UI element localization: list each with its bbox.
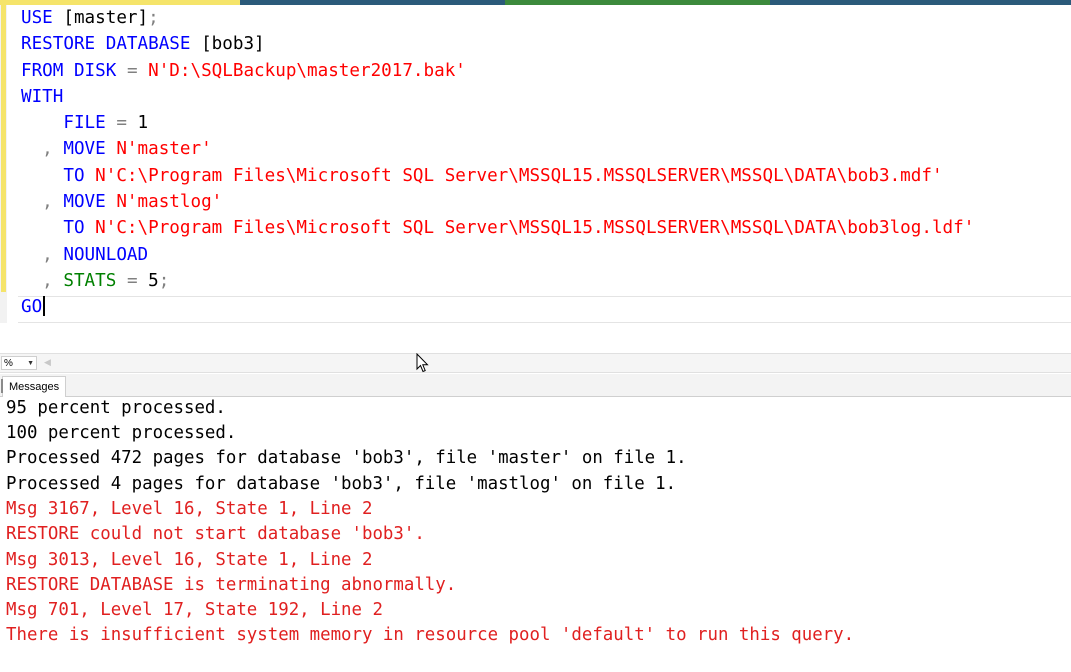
code-line[interactable]: WITH [21,84,974,110]
code-token: N'C:\Program Files\Microsoft SQL Server\… [95,218,975,239]
code-token: TO [21,165,96,186]
error-message-line: RESTORE could not start database 'bob3'. [6,524,425,544]
code-token: N'mastlog' [116,192,223,213]
code-token: WITH [21,86,64,107]
code-line[interactable]: , NOUNLOAD [21,242,974,268]
sql-code[interactable]: USE [master]; RESTORE DATABASE [bob3] FROM… [21,5,974,321]
code-token: MOVE [63,139,117,160]
code-token: , [21,192,64,213]
tab-messages[interactable]: Messages [1,376,67,397]
code-token: = [126,60,149,81]
scroll-left-icon[interactable]: ◀ [44,357,51,368]
code-token: N'C:\Program Files\Microsoft SQL Server\… [95,165,943,186]
messages-icon [1,379,3,393]
code-line[interactable]: , MOVE N'master' [21,136,974,162]
code-line[interactable]: FROM DISK = N'D:\SQLBackup\master2017.ba… [21,58,974,84]
code-token: 1 [137,113,149,134]
info-message-line: Processed 4 pages for database 'bob3', f… [6,474,677,494]
info-message-line: 95 percent processed. [6,398,226,418]
code-token: [master] [63,8,149,28]
code-line[interactable]: USE [master]; [21,5,974,31]
info-message-line: 100 percent processed. [6,423,237,443]
code-token: ; [148,8,159,28]
zoom-value: % [4,358,13,369]
code-token: N'master' [116,139,212,160]
code-token: USE [21,8,64,28]
unsaved-changes-bar [1,5,6,292]
query-editor[interactable]: USE [master]; RESTORE DATABASE [bob3] FROM… [0,5,1071,323]
code-token: , [21,270,64,291]
zoom-combobox[interactable]: % ▼ [1,356,37,370]
code-line[interactable]: , STATS = 5; [21,268,974,294]
code-token: STATS [63,270,127,291]
info-message-line: Processed 472 pages for database 'bob3',… [6,448,687,468]
tab-messages-label: Messages [9,381,60,393]
code-line[interactable]: GO [21,294,974,320]
code-token: FILE [21,113,117,134]
code-token: ; [158,270,170,291]
code-token: = [126,270,149,291]
code-token: NOUNLOAD [63,244,149,265]
code-line[interactable]: , MOVE N'mastlog' [21,189,974,215]
code-line[interactable]: TO N'C:\Program Files\Microsoft SQL Serv… [21,163,974,189]
code-token: MOVE [63,192,117,213]
messages-pane[interactable]: 95 percent processed. 100 percent process… [0,397,1071,672]
change-tracking-margin [0,5,7,323]
code-token: TO [21,218,96,239]
chevron-down-icon[interactable]: ▼ [27,357,34,371]
code-line[interactable]: RESTORE DATABASE [bob3] [21,31,974,57]
text-caret [43,296,46,317]
code-token: GO [21,297,43,318]
results-tab-strip: Messages [0,374,1071,397]
code-line[interactable]: TO N'C:\Program Files\Microsoft SQL Serv… [21,215,974,241]
error-message-line: RESTORE DATABASE is terminating abnormal… [6,575,457,595]
error-message-line: Msg 701, Level 17, State 192, Line 2 [6,600,383,620]
code-token: , [21,139,64,160]
code-token: RESTORE DATABASE [21,34,202,55]
error-message-line: There is insufficient system memory in r… [6,625,855,645]
code-token: N'D:\SQLBackup\master2017.bak' [148,60,466,81]
code-token: FROM DISK [21,60,127,81]
error-message-line: Msg 3013, Level 16, State 1, Line 2 [6,550,373,570]
error-message-line: Msg 3167, Level 16, State 1, Line 2 [6,499,373,519]
code-token: [bob3] [201,34,265,55]
code-line[interactable]: FILE = 1 [21,110,974,136]
mouse-pointer-icon [416,353,429,373]
code-token: = [116,113,138,134]
zoom-scroll-bar: % ▼ ◀ [0,353,1071,373]
code-token: 5 [148,270,159,291]
code-token: , [21,244,64,265]
